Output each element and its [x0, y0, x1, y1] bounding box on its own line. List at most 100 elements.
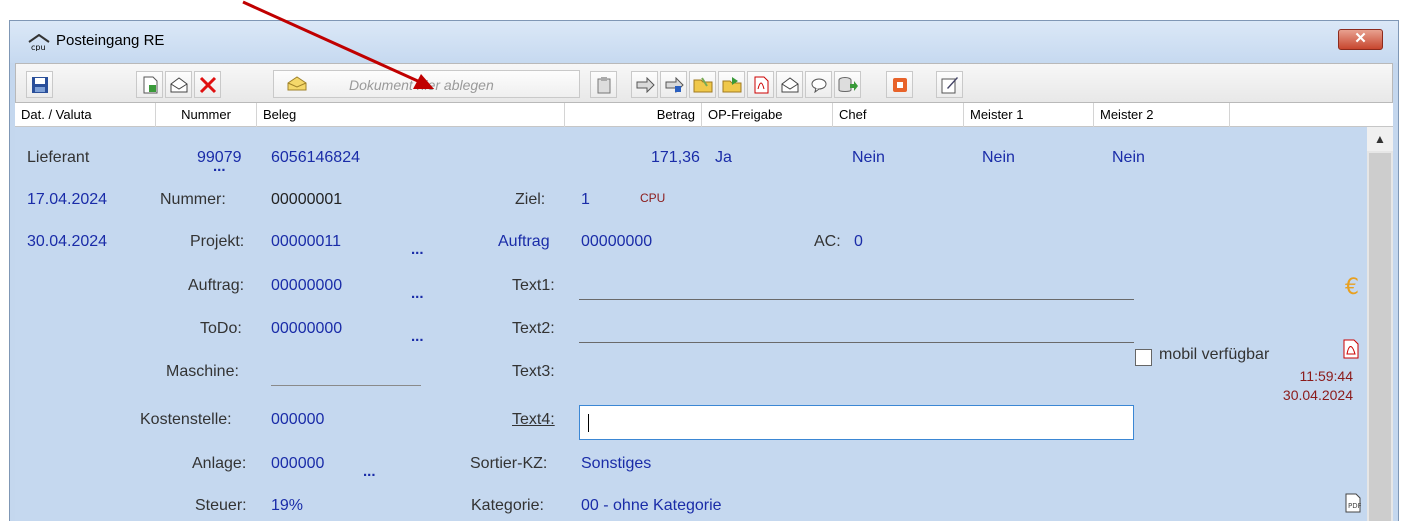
projekt-lookup-button[interactable]: ...	[411, 241, 424, 258]
mail-open-icon	[170, 76, 187, 92]
drop-zone-text: Dokument hier ablegen	[349, 77, 494, 93]
new-document-icon	[143, 76, 157, 93]
col-op-freigabe[interactable]: OP-Freigabe	[702, 103, 833, 127]
todo-value[interactable]: 00000000	[271, 320, 342, 338]
delete-button[interactable]	[194, 71, 221, 98]
auftrag-link-value[interactable]: 00000000	[581, 233, 652, 251]
op-freigabe-value[interactable]: Ja	[715, 149, 732, 167]
col-datum[interactable]: Dat. / Valuta	[15, 103, 156, 127]
projekt-label: Projekt:	[190, 233, 245, 250]
text3-label: Text3:	[512, 363, 555, 380]
col-meister1[interactable]: Meister 1	[964, 103, 1094, 127]
kategorie-value[interactable]: 00 - ohne Kategorie	[581, 497, 722, 515]
detail-panel: ▲ Lieferant 99079 ... 6056146824 171,36 …	[15, 127, 1393, 521]
toolbar: Dokument hier ablegen	[15, 63, 1393, 103]
delete-icon	[199, 76, 216, 93]
house-cpu-icon: cpu	[28, 34, 50, 51]
svg-text:€: €	[1345, 275, 1359, 297]
auftrag-lookup-button[interactable]: ...	[411, 285, 424, 302]
col-beleg[interactable]: Beleg	[257, 103, 565, 127]
mail-open-button[interactable]	[165, 71, 192, 98]
col-betrag[interactable]: Betrag	[565, 103, 702, 127]
sortier-value[interactable]: Sonstiges	[581, 455, 651, 473]
comment-button[interactable]	[805, 71, 832, 98]
folder-open-button[interactable]	[689, 71, 716, 98]
pdf-icon[interactable]	[1342, 339, 1360, 359]
auftrag-value[interactable]: 00000000	[271, 277, 342, 295]
text4-label[interactable]: Text4:	[512, 411, 555, 429]
todo-lookup-button[interactable]: ...	[411, 328, 424, 345]
text4-input[interactable]	[579, 405, 1134, 440]
col-nummer[interactable]: Nummer	[156, 103, 257, 127]
comment-icon	[811, 78, 826, 93]
steuer-value[interactable]: 19%	[271, 497, 303, 515]
col-meister2[interactable]: Meister 2	[1094, 103, 1230, 127]
betrag-value: 171,36	[651, 149, 700, 166]
cpu-text: CPU	[640, 191, 666, 205]
mobil-checkbox[interactable]	[1135, 349, 1152, 366]
anlage-value[interactable]: 000000	[271, 455, 324, 473]
auftrag-label: Auftrag:	[188, 277, 245, 294]
text1-label: Text1:	[512, 277, 555, 294]
edit-note-icon	[941, 76, 958, 93]
maschine-field[interactable]	[271, 359, 421, 386]
meister2-value[interactable]: Nein	[1112, 149, 1145, 167]
close-button[interactable]: ✕	[1338, 29, 1383, 50]
auftrag-link[interactable]: Auftrag	[498, 233, 550, 251]
mail-button[interactable]	[776, 71, 803, 98]
vertical-scrollbar[interactable]: ▲	[1367, 127, 1393, 521]
svg-text:PDF: PDF	[1348, 502, 1361, 510]
pdf-button[interactable]	[747, 71, 774, 98]
folder-export-icon	[722, 76, 741, 92]
scroll-thumb[interactable]	[1369, 153, 1391, 521]
database-export-button[interactable]	[834, 71, 861, 98]
steuer-label: Steuer:	[195, 497, 247, 514]
text1-field[interactable]	[579, 273, 1134, 300]
euro-icon[interactable]: €	[1345, 275, 1365, 297]
chef-value[interactable]: Nein	[852, 149, 885, 167]
nummer-label: Nummer:	[160, 191, 226, 208]
projekt-value[interactable]: 00000011	[271, 233, 341, 251]
anlage-lookup-button[interactable]: ...	[363, 463, 376, 480]
clipboard-button[interactable]	[590, 71, 617, 98]
anlage-label: Anlage:	[192, 455, 247, 472]
timestamp-date: 30.04.2024	[1282, 387, 1353, 403]
envelope-icon	[287, 76, 307, 91]
pdf-export-icon[interactable]: PDF	[1345, 493, 1361, 513]
sortier-label: Sortier-KZ:	[470, 455, 548, 472]
ziel-value[interactable]: 1	[581, 191, 590, 209]
folder-export-button[interactable]	[718, 71, 745, 98]
office-button[interactable]	[886, 71, 913, 98]
scroll-up-icon[interactable]: ▲	[1367, 127, 1393, 151]
text2-label: Text2:	[512, 320, 555, 337]
edit-note-button[interactable]	[936, 71, 963, 98]
kategorie-label: Kategorie:	[471, 497, 544, 514]
lieferant-lookup-button[interactable]: ...	[213, 158, 226, 175]
meister1-value[interactable]: Nein	[982, 149, 1015, 167]
kostenstelle-label: Kostenstelle:	[140, 411, 232, 428]
mail-icon	[781, 76, 798, 92]
column-header: Dat. / Valuta Nummer Beleg Betrag OP-Fre…	[15, 103, 1393, 127]
ac-value: 0	[854, 233, 863, 250]
lieferant-label: Lieferant	[27, 149, 90, 166]
forward-multiple-icon	[665, 76, 684, 93]
ac-label: AC:	[814, 233, 841, 250]
valutadatum[interactable]: 30.04.2024	[27, 233, 107, 251]
col-chef[interactable]: Chef	[833, 103, 964, 127]
text2-field[interactable]	[579, 316, 1134, 343]
forward-button[interactable]	[631, 71, 658, 98]
posteingang-window: cpu Posteingang RE ✕ Dokument hier ableg…	[9, 20, 1399, 521]
belegdatum[interactable]: 17.04.2024	[27, 191, 107, 209]
save-button[interactable]	[26, 71, 53, 98]
ziel-label: Ziel:	[515, 191, 546, 208]
document-drop-zone[interactable]: Dokument hier ablegen	[273, 70, 580, 98]
todo-label: ToDo:	[200, 320, 242, 337]
forward-icon	[636, 76, 655, 93]
office-icon	[892, 77, 907, 92]
svg-text:cpu: cpu	[31, 43, 46, 51]
mobil-label: mobil verfügbar	[1159, 346, 1270, 363]
forward-multiple-button[interactable]	[660, 71, 687, 98]
kostenstelle-value[interactable]: 000000	[271, 411, 324, 429]
new-document-button[interactable]	[136, 71, 163, 98]
text-caret	[588, 414, 589, 432]
